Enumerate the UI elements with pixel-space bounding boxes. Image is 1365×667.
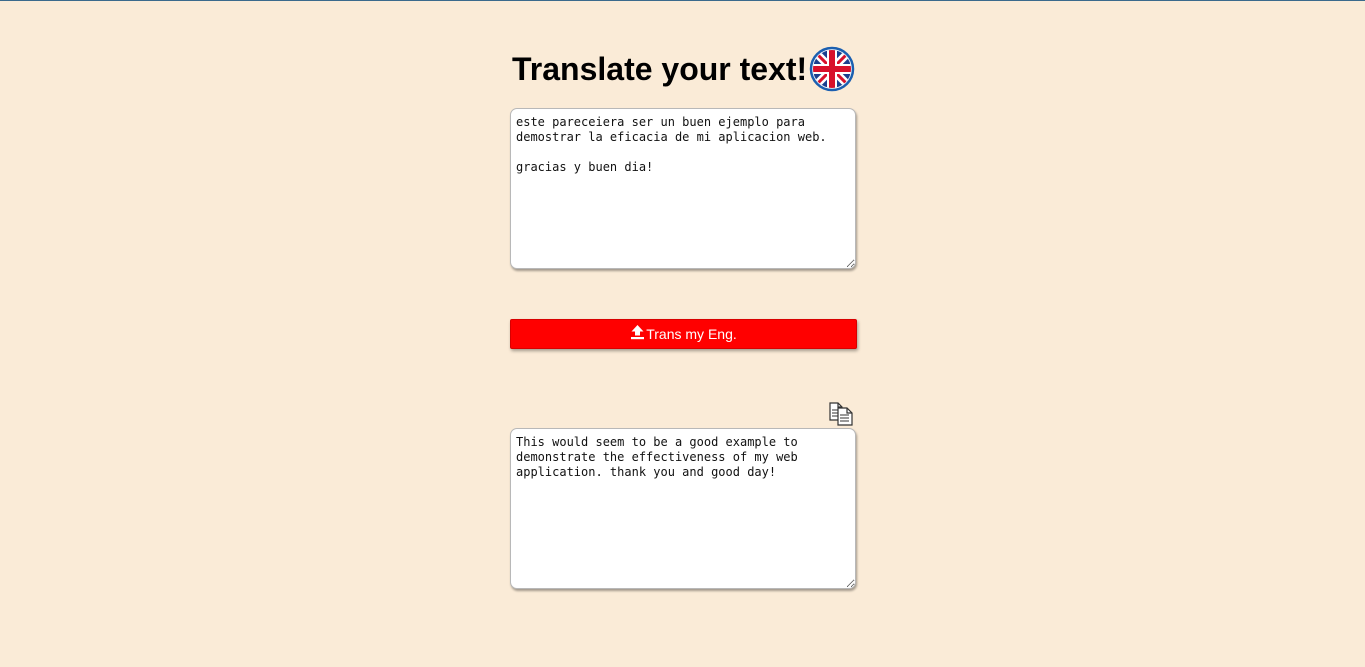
- translate-button[interactable]: Trans my Eng.: [510, 319, 857, 349]
- source-text-input[interactable]: [510, 108, 856, 269]
- header: Translate your text!: [508, 45, 855, 93]
- translate-button-label: Trans my Eng.: [646, 326, 737, 342]
- upload-icon: [631, 325, 645, 340]
- uk-flag-icon: [809, 46, 855, 92]
- copy-document-icon: [829, 402, 853, 426]
- translation-output[interactable]: [510, 428, 856, 589]
- copy-button[interactable]: [828, 402, 854, 426]
- page-title: Translate your text!: [512, 51, 808, 87]
